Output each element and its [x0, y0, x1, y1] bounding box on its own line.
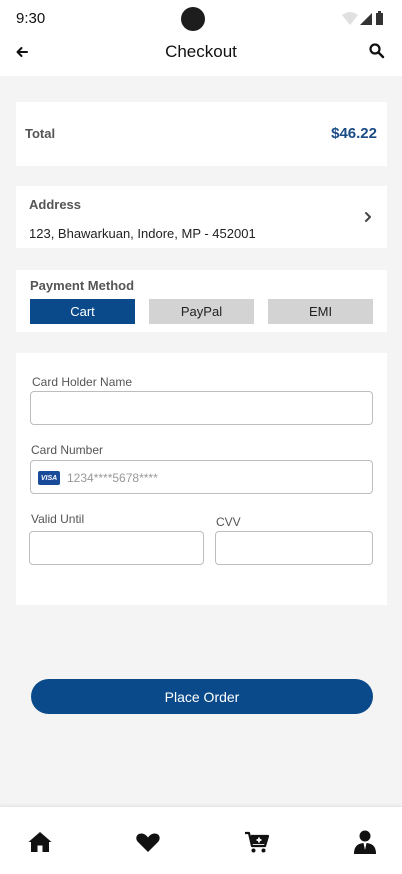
- total-value: $46.22: [331, 125, 377, 142]
- cvv-input[interactable]: [215, 531, 373, 565]
- card-form: Card Holder Name Card Number VISA 1234**…: [16, 353, 387, 605]
- address-label: Address: [29, 197, 82, 212]
- page-title: Checkout: [165, 42, 237, 61]
- status-icons: [342, 11, 383, 25]
- signal-icon: [360, 13, 372, 25]
- address-text: 123, Bhawarkuan, Indore, MP - 452001: [29, 226, 256, 241]
- cart-add-icon[interactable]: [244, 829, 270, 855]
- cvv-label: CVV: [216, 515, 241, 529]
- chevron-right-icon: [365, 212, 371, 222]
- payment-tab-paypal[interactable]: PayPal: [149, 299, 254, 324]
- valid-until-label: Valid Until: [31, 512, 85, 526]
- wifi-icon: [342, 12, 358, 25]
- payment-method-label: Payment Method: [30, 278, 135, 293]
- total-label: Total: [25, 126, 56, 141]
- card-holder-label: Card Holder Name: [32, 375, 133, 389]
- bottom-navigation: [0, 806, 402, 874]
- home-icon[interactable]: [27, 829, 53, 855]
- heart-icon[interactable]: [135, 829, 161, 855]
- app-bar: Checkout: [0, 36, 402, 76]
- payment-method-card: Payment Method Cart PayPal EMI: [16, 270, 387, 332]
- card-number-input[interactable]: VISA 1234****5678****: [30, 460, 373, 494]
- status-bar: 9:30: [0, 0, 402, 36]
- camera-cutout: [181, 7, 205, 31]
- card-number-label: Card Number: [31, 443, 104, 457]
- total-card: Total $46.22: [16, 102, 387, 166]
- status-time: 9:30: [16, 10, 46, 27]
- search-icon[interactable]: [368, 42, 386, 60]
- profile-icon[interactable]: [352, 829, 378, 855]
- card-holder-input[interactable]: [30, 391, 373, 425]
- visa-icon: VISA: [38, 471, 60, 485]
- place-order-button[interactable]: Place Order: [31, 679, 373, 714]
- card-number-value: 1234****5678****: [67, 471, 158, 485]
- address-card[interactable]: Address 123, Bhawarkuan, Indore, MP - 45…: [16, 186, 387, 248]
- battery-icon: [376, 13, 383, 25]
- valid-until-input[interactable]: [29, 531, 204, 565]
- payment-tab-cart[interactable]: Cart: [30, 299, 135, 324]
- payment-tab-emi[interactable]: EMI: [268, 299, 373, 324]
